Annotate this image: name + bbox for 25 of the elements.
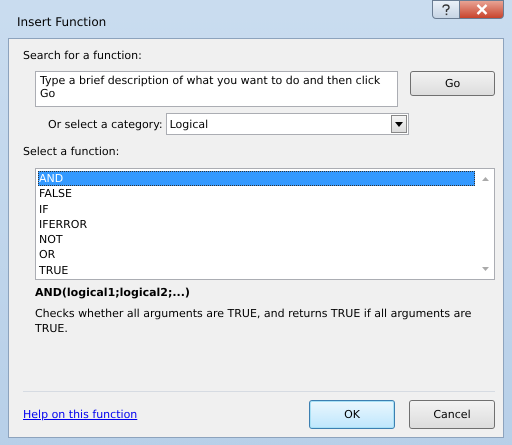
window-title: Insert Function — [17, 15, 106, 29]
function-list-label: Select a function: — [23, 145, 120, 159]
cancel-button[interactable]: Cancel — [409, 400, 495, 429]
dropdown-arrow-icon — [394, 122, 403, 126]
category-label: Or select a category: — [48, 118, 163, 130]
function-item[interactable]: FALSE — [38, 186, 475, 202]
function-description: Checks whether all arguments are TRUE, and returns TRUE if all arguments are TRUE. — [35, 306, 472, 336]
help-link[interactable]: Help on this function — [23, 408, 138, 421]
question-icon — [441, 4, 451, 16]
help-button[interactable] — [432, 0, 460, 19]
close-button[interactable] — [460, 0, 504, 19]
function-item[interactable]: IFERROR — [38, 216, 475, 232]
scroll-up-icon[interactable] — [482, 177, 489, 181]
search-label: Search for a function: — [23, 49, 143, 63]
function-item[interactable]: IF — [38, 202, 475, 217]
function-item[interactable]: TRUE — [38, 262, 475, 278]
function-item[interactable]: OR — [38, 247, 475, 263]
category-dropdown[interactable]: Logical — [166, 113, 409, 135]
function-signature: AND(logical1;logical2;...) — [35, 286, 191, 299]
scroll-down-icon[interactable] — [482, 267, 489, 271]
search-field[interactable]: Type a brief description of what you want to do and then click Go — [35, 71, 398, 107]
function-item[interactable]: NOT — [38, 232, 475, 248]
ok-button[interactable]: OK — [309, 400, 395, 429]
close-icon — [476, 4, 488, 15]
go-button[interactable]: Go — [410, 71, 495, 96]
